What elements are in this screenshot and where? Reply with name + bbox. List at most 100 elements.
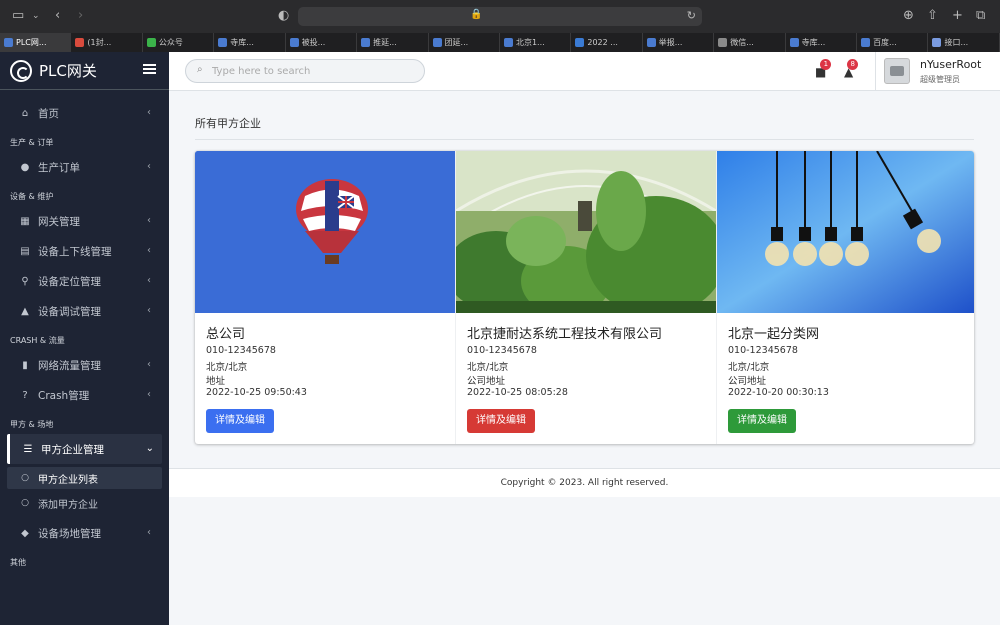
forward-icon[interactable]: › <box>78 9 83 23</box>
sidebar-item-crash[interactable]: ? Crash管理 ‹ <box>0 380 169 410</box>
sidebar: PLC网关 ⌂ 首页 ‹ 生产 & 订单 ● 生产订单 ‹ 设备 & 维护 ▦ 网关管理 ‹… <box>0 52 169 625</box>
browser-tab[interactable]: 寺库... <box>214 33 286 52</box>
chevron-left-icon: ‹ <box>147 107 151 118</box>
detail-edit-button[interactable]: 详情及编辑 <box>206 409 274 433</box>
search-box[interactable]: ⌕ <box>185 59 425 83</box>
sidebar-item-gateway[interactable]: ▦ 网关管理 ‹ <box>0 206 169 236</box>
chevron-left-icon: ‹ <box>147 359 151 370</box>
browser-tab[interactable]: 2022 ... <box>571 33 643 52</box>
favicon <box>861 38 871 47</box>
bar-chart-icon: ▮ <box>22 359 28 371</box>
browser-tab[interactable]: 被投... <box>286 33 358 52</box>
detail-edit-button[interactable]: 详情及编辑 <box>728 409 796 433</box>
browser-tab[interactable]: 微信... <box>714 33 786 52</box>
user-menu[interactable]: nYuserRoot 超级管理员 <box>875 52 1000 91</box>
company-phone: 010-12345678 <box>206 345 276 356</box>
tab-label: 公众号 <box>158 38 183 47</box>
tab-overview-icon[interactable]: ⧉ <box>976 9 985 23</box>
favicon <box>361 38 371 47</box>
nav-header: 其他 <box>10 558 26 567</box>
company-created-time: 2022-10-20 00:30:13 <box>728 387 829 398</box>
company-card: 北京捷耐达系统工程技术有限公司 010-12345678 北京/北京 公司地址 … <box>456 151 717 444</box>
company-created-time: 2022-10-25 09:50:43 <box>206 387 307 398</box>
page-background <box>169 497 1000 625</box>
nav-header: 设备 & 维护 <box>10 192 54 201</box>
browser-tab[interactable]: 北京1... <box>500 33 572 52</box>
sidebar-item-home[interactable]: ⌂ 首页 ‹ <box>0 98 169 128</box>
browser-tab[interactable]: 寺库... <box>786 33 858 52</box>
sidebar-item-production-order[interactable]: ● 生产订单 ‹ <box>0 152 169 182</box>
messages-button[interactable]: ■ 1 <box>815 59 832 79</box>
notifications-button[interactable]: ▲ 8 <box>844 59 859 79</box>
company-card: 总公司 010-12345678 北京/北京 地址 2022-10-25 09:… <box>195 151 456 444</box>
sidebar-item-site-management[interactable]: ◆ 设备场地管理 ‹ <box>0 518 169 548</box>
sidebar-item-party-add[interactable]: ○ 添加甲方企业 <box>0 492 169 514</box>
user-name: nYuserRoot <box>920 58 982 71</box>
warning-icon: ▲ <box>21 305 29 317</box>
sidebar-item-device-debug[interactable]: ▲ 设备调试管理 ‹ <box>0 296 169 326</box>
company-address: 地址 <box>206 376 226 387</box>
chevron-left-icon: ‹ <box>147 215 151 226</box>
sidebar-item-label: 设备上下线管理 <box>38 245 112 258</box>
brand[interactable]: PLC网关 <box>0 52 169 90</box>
favicon <box>75 38 85 47</box>
notifications-badge: 8 <box>847 59 859 70</box>
new-tab-icon[interactable]: + <box>952 9 963 23</box>
chevron-left-icon: ‹ <box>147 245 151 256</box>
tab-label: 被投... <box>301 38 326 47</box>
share-icon[interactable]: ⇧ <box>927 9 938 23</box>
favicon <box>789 38 799 47</box>
browser-tab[interactable]: 接口... <box>928 33 1000 52</box>
chevron-left-icon: ‹ <box>147 275 151 286</box>
company-region: 北京/北京 <box>467 362 509 373</box>
browser-tab[interactable]: (1封... <box>71 33 143 52</box>
sidebar-item-label: 生产订单 <box>38 161 80 174</box>
browser-tab[interactable]: 团延... <box>429 33 500 52</box>
browser-tab[interactable]: 推延... <box>357 33 429 52</box>
sidebar-item-device-location[interactable]: ⚲ 设备定位管理 ‹ <box>0 266 169 296</box>
tab-label: 微信... <box>730 38 754 47</box>
browser-tab[interactable]: 举报... <box>643 33 715 52</box>
favicon <box>289 38 299 47</box>
sidebar-item-label: 网关管理 <box>38 215 80 228</box>
reload-icon[interactable]: ↻ <box>687 9 696 22</box>
nav-header: 生产 & 订单 <box>10 138 54 147</box>
browser-tab[interactable]: 百度... <box>857 33 929 52</box>
sidebar-item-party-management[interactable]: ☰ 甲方企业管理 ⌄ <box>7 434 162 464</box>
company-region: 北京/北京 <box>728 362 770 373</box>
sidebar-item-label: 首页 <box>38 107 59 120</box>
company-address: 公司地址 <box>728 376 767 387</box>
nav-header: 甲方 & 场地 <box>10 420 54 429</box>
address-bar[interactable]: 🔒 ↻ <box>298 7 702 26</box>
tag-icon: ◆ <box>21 527 29 539</box>
home-icon: ⌂ <box>21 107 29 119</box>
chevron-down-icon[interactable]: ⌄ <box>32 9 40 23</box>
sidebar-toggle-icon[interactable]: ▭ <box>12 9 24 23</box>
sidebar-item-party-list[interactable]: ○ 甲方企业列表 <box>7 467 162 489</box>
company-cards: 总公司 010-12345678 北京/北京 地址 2022-10-25 09:… <box>195 151 974 444</box>
search-input[interactable] <box>212 63 412 79</box>
users-icon: ☰ <box>23 443 33 455</box>
company-created-time: 2022-10-25 08:05:28 <box>467 387 568 398</box>
favicon <box>932 38 942 47</box>
nav-header: CRASH & 流量 <box>10 336 65 345</box>
menu-toggle-icon[interactable] <box>143 64 156 74</box>
browser-tab[interactable]: PLC网... <box>0 33 72 52</box>
back-icon[interactable]: ‹ <box>55 9 60 23</box>
browser-tabs: PLC网... (1封... 公众号 寺库... 被投... 推延... 团延.… <box>0 33 1000 52</box>
shield-icon[interactable]: ◐ <box>278 9 289 23</box>
help-icon: ? <box>22 389 28 401</box>
sidebar-item-traffic[interactable]: ▮ 网络流量管理 ‹ <box>0 350 169 380</box>
detail-edit-button[interactable]: 详情及编辑 <box>467 409 535 433</box>
company-phone: 010-12345678 <box>467 345 537 356</box>
sidebar-item-device-online[interactable]: ▤ 设备上下线管理 ‹ <box>0 236 169 266</box>
balloon-image <box>195 151 455 313</box>
tab-label: 寺库... <box>230 38 254 47</box>
sidebar-item-label: 甲方企业管理 <box>41 443 104 456</box>
messages-badge: 1 <box>820 59 832 70</box>
light-bulbs-image <box>717 151 974 313</box>
favicon <box>503 38 513 47</box>
browser-tab[interactable]: 公众号 <box>143 33 215 52</box>
download-icon[interactable]: ⊕ <box>903 9 914 23</box>
divider <box>195 139 974 140</box>
